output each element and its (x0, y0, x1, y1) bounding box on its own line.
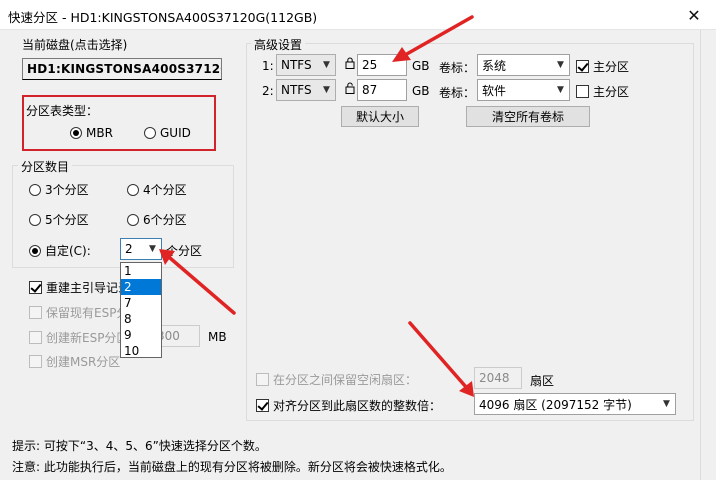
checkbox-label: 保留现有ESP分 (46, 306, 129, 320)
volume-label-caption: 卷标： (439, 61, 476, 75)
title-bar: 快速分区 - HD1:KINGSTONSA400S37120G(112GB) ✕ (0, 0, 716, 30)
keep-esp-checkbox[interactable]: 保留现有ESP分 (29, 304, 128, 321)
radio-label: 6个分区 (143, 213, 187, 227)
chevron-down-icon: ▼ (149, 244, 156, 254)
radio-dot (29, 213, 41, 226)
fs-value: NTFS (281, 83, 312, 97)
checkbox-label: 创建MSR分区 (46, 355, 121, 369)
align-sectors-value: 4096 扇区 (2097152 字节) (479, 397, 632, 412)
clear-all-labels-button[interactable]: 清空所有卷标 (466, 106, 590, 127)
radio-dot (127, 213, 139, 226)
radio-3-partitions[interactable]: 3个分区 (29, 181, 89, 198)
reserve-sectors-unit: 扇区 (530, 374, 555, 388)
radio-dot (70, 127, 82, 139)
radio-label: 4个分区 (143, 183, 187, 197)
volume-label-value: 软件 (482, 83, 507, 98)
chevron-down-icon: ▼ (323, 85, 330, 95)
checkbox-box (29, 355, 42, 368)
lock-icon[interactable] (345, 57, 355, 69)
custom-count-unit: 个分区 (166, 244, 203, 258)
size-unit: GB (412, 84, 430, 98)
size-field-2[interactable]: 87 (357, 79, 407, 101)
dropdown-option[interactable]: 1 (121, 263, 161, 279)
fs-select-2[interactable]: NTFS ▼ (276, 79, 336, 101)
checkbox-label: 主分区 (593, 85, 630, 99)
esp-size-unit: MB (208, 330, 227, 344)
dropdown-option[interactable]: 7 (121, 295, 161, 311)
partition-count-label: 分区数目 (18, 158, 73, 175)
create-esp-checkbox[interactable]: 创建新ESP分区 (29, 329, 128, 346)
guid-radio[interactable]: GUID (144, 126, 191, 140)
size-unit: GB (412, 59, 430, 73)
chevron-down-icon: ▼ (557, 85, 564, 95)
checkbox-box (576, 85, 589, 98)
row-index: 1: (262, 59, 274, 73)
checkbox-box (256, 399, 269, 412)
chevron-down-icon: ▼ (663, 399, 670, 409)
radio-dot (144, 127, 156, 139)
chevron-down-icon: ▼ (323, 60, 330, 70)
rebuild-mbr-checkbox[interactable]: 重建主引导记录 (29, 279, 130, 296)
checkbox-label: 在分区之间保留空闲扇区： (273, 373, 418, 387)
volume-label-select-1[interactable]: 系统 ▼ (477, 54, 570, 76)
row-index: 2: (262, 84, 274, 98)
radio-label: 5个分区 (45, 213, 89, 227)
primary-partition-checkbox-1[interactable]: 主分区 (576, 58, 629, 75)
checkbox-box (256, 373, 269, 386)
radio-dot (127, 183, 139, 196)
dropdown-option[interactable]: 10 (121, 343, 161, 359)
dropdown-option[interactable]: 8 (121, 311, 161, 327)
custom-count-value: 2 (125, 242, 133, 256)
fs-select-1[interactable]: NTFS ▼ (276, 54, 336, 76)
checkbox-box (29, 281, 42, 294)
fs-value: NTFS (281, 58, 312, 72)
volume-label-select-2[interactable]: 软件 ▼ (477, 79, 570, 101)
advanced-settings-label: 高级设置 (251, 36, 306, 53)
guid-label: GUID (160, 126, 191, 140)
volume-label-value: 系统 (482, 58, 507, 73)
dropdown-option-selected[interactable]: 2 (121, 279, 161, 295)
radio-dot (29, 183, 41, 196)
radio-dot (29, 244, 41, 257)
radio-4-partitions[interactable]: 4个分区 (127, 181, 187, 198)
radio-custom[interactable]: 自定(C): (29, 242, 91, 259)
checkbox-label: 重建主引导记录 (46, 281, 131, 295)
align-partitions-checkbox[interactable]: 对齐分区到此扇区数的整数倍： (256, 397, 441, 414)
partition-table-label: 分区表类型： (26, 104, 99, 118)
volume-label-caption: 卷标： (439, 86, 476, 100)
mbr-label: MBR (86, 126, 113, 140)
default-size-button[interactable]: 默认大小 (341, 106, 419, 127)
reserve-sectors-field[interactable]: 2048 (474, 367, 522, 389)
tip-text: 提示: 可按下“3、4、5、6”快速选择分区个数。 (12, 439, 267, 453)
warning-text: 注意: 此功能执行后，当前磁盘上的现有分区将被删除。新分区将会被快速格式化。 (12, 460, 452, 474)
checkbox-box (29, 331, 42, 344)
close-icon[interactable]: ✕ (672, 0, 716, 30)
reserve-free-sectors-checkbox[interactable]: 在分区之间保留空闲扇区： (256, 371, 417, 388)
disk-group-label: 当前磁盘(点击选择) (19, 36, 131, 53)
current-disk-field[interactable]: HD1:KINGSTONSA400S37120G (22, 58, 222, 80)
checkbox-label: 创建新ESP分区 (46, 331, 129, 345)
chevron-down-icon: ▼ (557, 60, 564, 70)
align-sectors-select[interactable]: 4096 扇区 (2097152 字节) ▼ (474, 393, 676, 415)
radio-6-partitions[interactable]: 6个分区 (127, 211, 187, 228)
primary-partition-checkbox-2[interactable]: 主分区 (576, 83, 629, 100)
unlock-icon[interactable] (345, 82, 355, 94)
checkbox-label: 主分区 (593, 60, 630, 74)
create-msr-checkbox[interactable]: 创建MSR分区 (29, 353, 120, 370)
dropdown-option[interactable]: 9 (121, 327, 161, 343)
size-field-1[interactable]: 25 (357, 54, 407, 76)
partition-count-dropdown[interactable]: 1 2 7 8 9 10 (120, 262, 162, 358)
radio-label: 3个分区 (45, 183, 89, 197)
window-edge-scrollbar (700, 30, 716, 480)
custom-count-select[interactable]: 2 ▼ (120, 238, 162, 260)
radio-5-partitions[interactable]: 5个分区 (29, 211, 89, 228)
mbr-radio[interactable]: MBR (70, 126, 113, 140)
checkbox-box (29, 306, 42, 319)
window-title: 快速分区 - HD1:KINGSTONSA400S37120G(112GB) (8, 10, 318, 25)
radio-label: 自定(C): (45, 244, 91, 258)
checkbox-box (576, 60, 589, 73)
checkbox-label: 对齐分区到此扇区数的整数倍： (273, 399, 442, 413)
